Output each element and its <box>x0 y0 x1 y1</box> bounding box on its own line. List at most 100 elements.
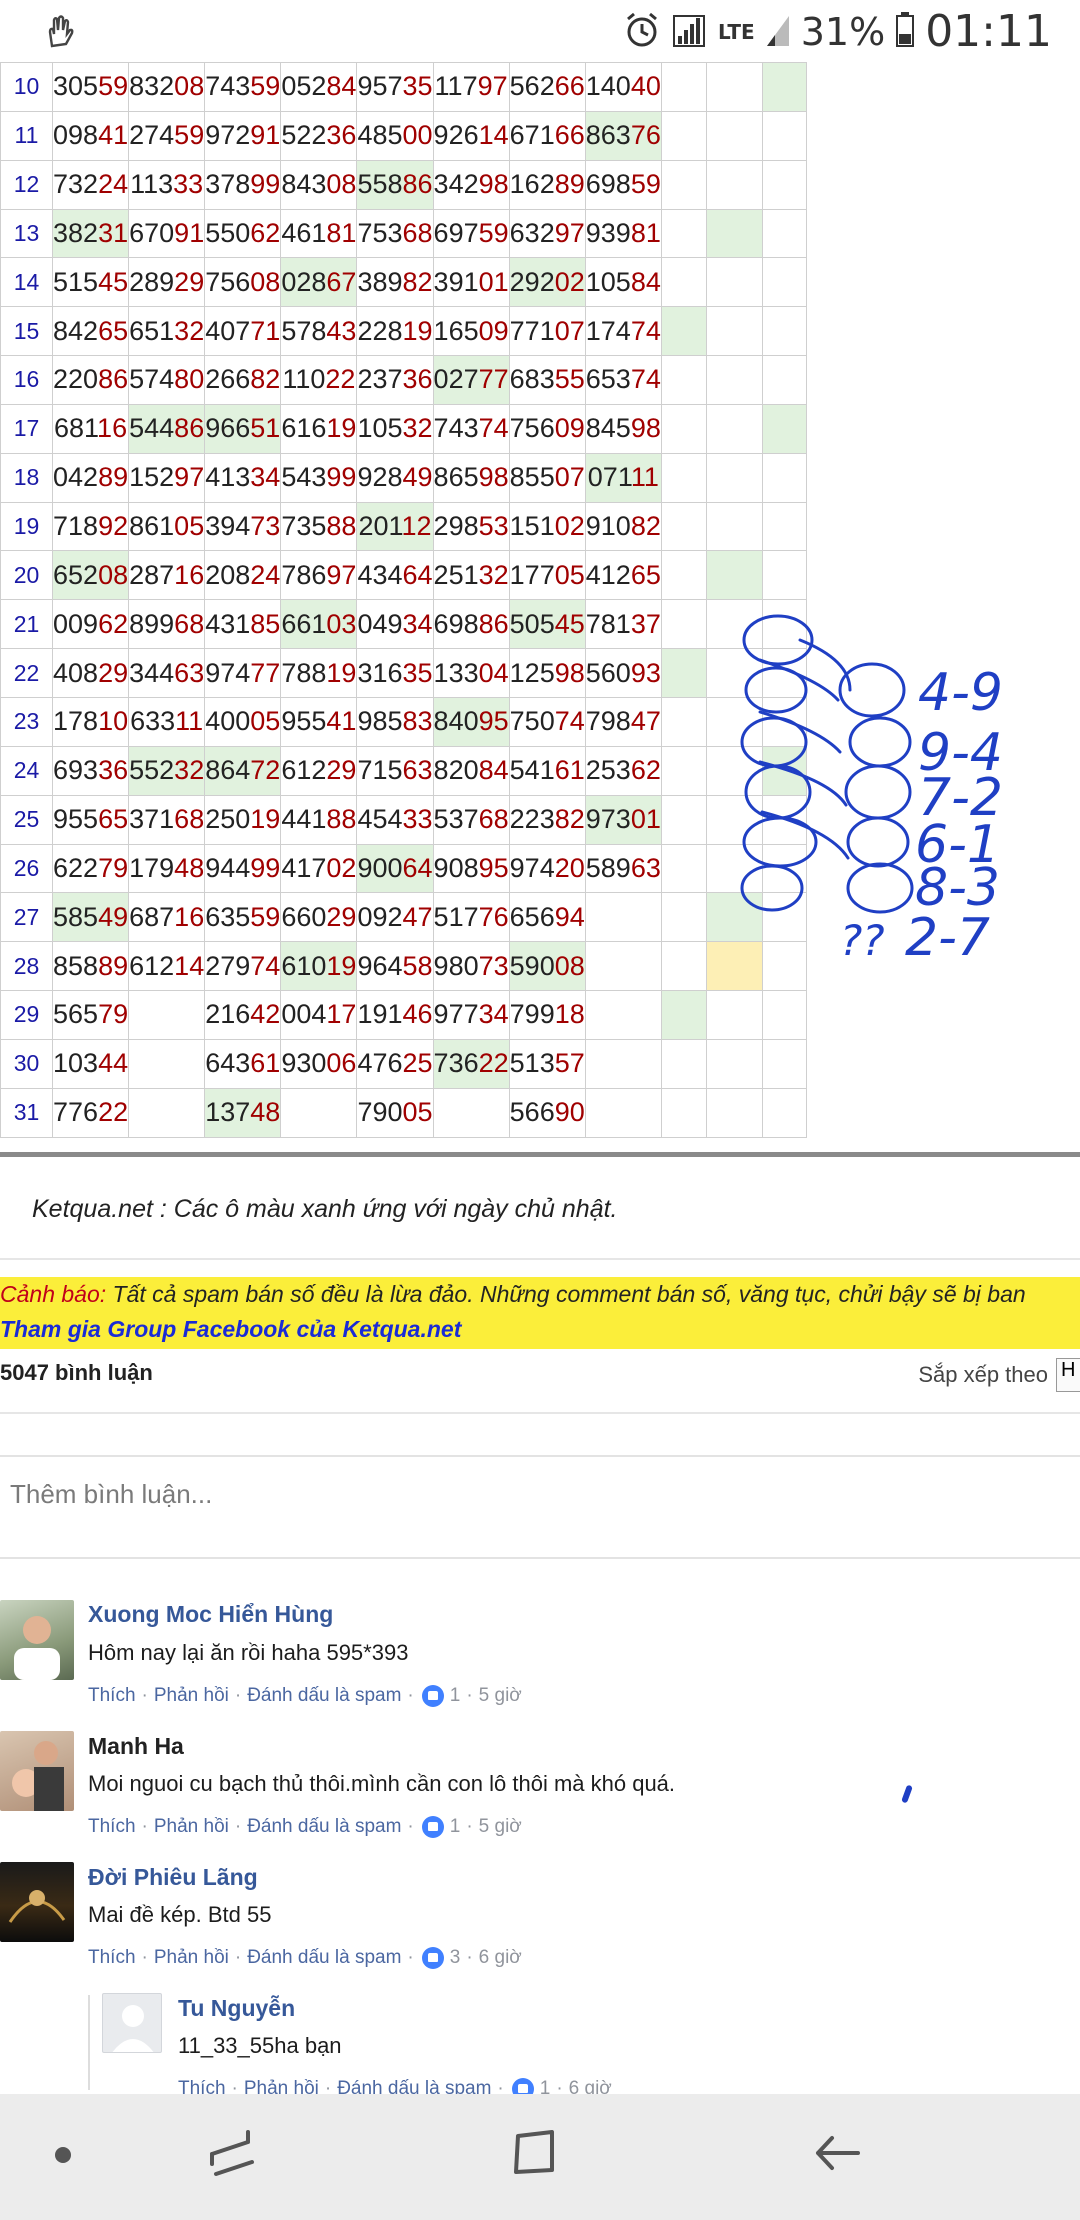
clock: 01:11 <box>925 6 1052 57</box>
result-tail: 07 <box>554 315 585 346</box>
table-row: 17 68116 54486 96651 61619 10532 74374 75609 845… <box>0 403 807 454</box>
result-tail: 82 <box>554 804 585 835</box>
day-number: 25 <box>0 794 53 845</box>
result-tail: 18 <box>554 999 585 1030</box>
comment-author[interactable]: Manh Ha <box>88 1733 184 1760</box>
reply-link[interactable]: Phản hồi <box>154 1947 229 1969</box>
result-tail: 95 <box>478 706 509 737</box>
like-link[interactable]: Thích <box>88 1816 136 1838</box>
back-icon[interactable] <box>812 2128 862 2183</box>
result-head: 864 <box>205 755 251 786</box>
divider <box>0 1412 1080 1414</box>
reply-link[interactable]: Phản hồi <box>154 1685 229 1707</box>
result-tail: 16 <box>174 901 205 932</box>
result-cell: 69859 <box>584 159 662 210</box>
avatar[interactable] <box>0 1600 74 1680</box>
spam-link[interactable]: Đánh dấu là spam <box>247 1685 401 1707</box>
result-head: 342 <box>433 169 479 200</box>
result-cell <box>761 794 807 845</box>
spam-link[interactable]: Đánh dấu là spam <box>247 1947 401 1969</box>
result-tail: 19 <box>250 804 281 835</box>
result-tail: 03 <box>326 608 357 639</box>
result-head: 693 <box>53 755 99 786</box>
sort-select[interactable]: H <box>1056 1358 1080 1392</box>
like-link[interactable]: Thích <box>88 1685 136 1707</box>
result-cell: 58963 <box>584 843 662 894</box>
result-tail: 20 <box>554 852 585 883</box>
result-head: 431 <box>205 608 251 639</box>
result-head: 980 <box>433 950 479 981</box>
avatar[interactable] <box>0 1862 74 1942</box>
avatar[interactable] <box>102 1993 162 2053</box>
result-cell: 41702 <box>280 843 358 894</box>
result-head: 928 <box>357 462 403 493</box>
result-head: 407 <box>205 315 251 346</box>
result-head: 117 <box>434 71 478 102</box>
add-comment-input[interactable]: Thêm bình luận... <box>0 1455 1080 1559</box>
result-cell <box>705 110 763 161</box>
result-cell: 84308 <box>280 159 358 210</box>
result-tail: 45 <box>98 266 129 297</box>
result-head: 589 <box>585 852 631 883</box>
result-cell: 92849 <box>356 452 434 503</box>
result-cell: 97301 <box>584 794 662 845</box>
result-cell: 57480 <box>128 355 206 405</box>
result-cell: 84598 <box>584 403 662 454</box>
result-cell: 27974 <box>204 941 282 992</box>
warning-banner: Cảnh báo: Tất cả spam bán số đều là lừa … <box>0 1277 1080 1349</box>
comment-author[interactable]: Tu Nguyễn <box>178 1995 295 2022</box>
result-head: 788 <box>281 657 327 688</box>
result-cell: 54399 <box>280 452 358 503</box>
table-row: 22 40829 34463 97477 78819 31635 13304 12598 560… <box>0 648 807 698</box>
result-head: 735 <box>281 511 327 542</box>
reply-link[interactable]: Phản hồi <box>154 1816 229 1838</box>
result-head: 643 <box>205 1048 251 1079</box>
result-head: 776 <box>53 1097 99 1128</box>
result-cell: 02777 <box>432 355 510 405</box>
result-head: 697 <box>433 217 479 248</box>
result-cell <box>705 257 763 308</box>
result-tail: 02 <box>326 852 357 883</box>
result-cell: 74359 <box>204 62 282 112</box>
avatar[interactable] <box>0 1731 74 1811</box>
result-cell: 95565 <box>51 794 130 845</box>
result-tail: 02 <box>554 511 585 542</box>
nav-dot-icon[interactable] <box>54 2146 72 2169</box>
result-cell <box>761 62 807 112</box>
comment-time: 6 giờ <box>478 1947 522 1968</box>
ink-circle <box>838 662 906 718</box>
comment-author[interactable]: Xuong Moc Hiển Hùng <box>88 1601 333 1628</box>
comment-actions: Thích · Phản hồi · Đánh dấu là spam · 1 · 5 … <box>88 1816 522 1838</box>
divider <box>0 1258 1080 1260</box>
result-cell: 22382 <box>508 794 586 845</box>
result-tail: 76 <box>478 901 509 932</box>
comment-actions: Thích · Phản hồi · Đánh dấu là spam · 3 · 6 … <box>88 1947 522 1969</box>
spam-link[interactable]: Đánh dấu là spam <box>247 1816 401 1838</box>
comment-author[interactable]: Đời Phiêu Lãng <box>88 1864 258 1891</box>
result-tail: 99 <box>250 169 281 200</box>
day-number: 14 <box>0 257 53 308</box>
result-cell <box>705 159 763 210</box>
result-cell: 61229 <box>280 745 358 796</box>
result-cell <box>705 990 763 1040</box>
like-count-icon <box>421 1685 444 1707</box>
result-head: 610 <box>281 950 327 981</box>
home-icon[interactable] <box>512 2128 558 2183</box>
result-tail: 32 <box>478 559 509 590</box>
day-number: 10 <box>0 62 53 112</box>
result-head: 910 <box>585 511 631 542</box>
result-head: 292 <box>509 266 555 297</box>
result-head: 718 <box>53 511 99 542</box>
result-cell: 61019 <box>280 941 358 992</box>
result-tail: 99 <box>326 462 357 493</box>
result-tail: 94 <box>554 901 585 932</box>
result-cell <box>660 257 707 308</box>
recent-apps-icon[interactable] <box>208 2128 256 2185</box>
facebook-group-link[interactable]: Tham gia Group Facebook của Ketqua.net <box>0 1316 1080 1343</box>
result-cell: 90064 <box>356 843 434 894</box>
result-cell: 56266 <box>508 62 586 112</box>
like-link[interactable]: Thích <box>88 1947 136 1969</box>
result-head: 858 <box>53 950 99 981</box>
result-head: 052 <box>281 71 327 102</box>
result-head: 454 <box>357 804 403 835</box>
